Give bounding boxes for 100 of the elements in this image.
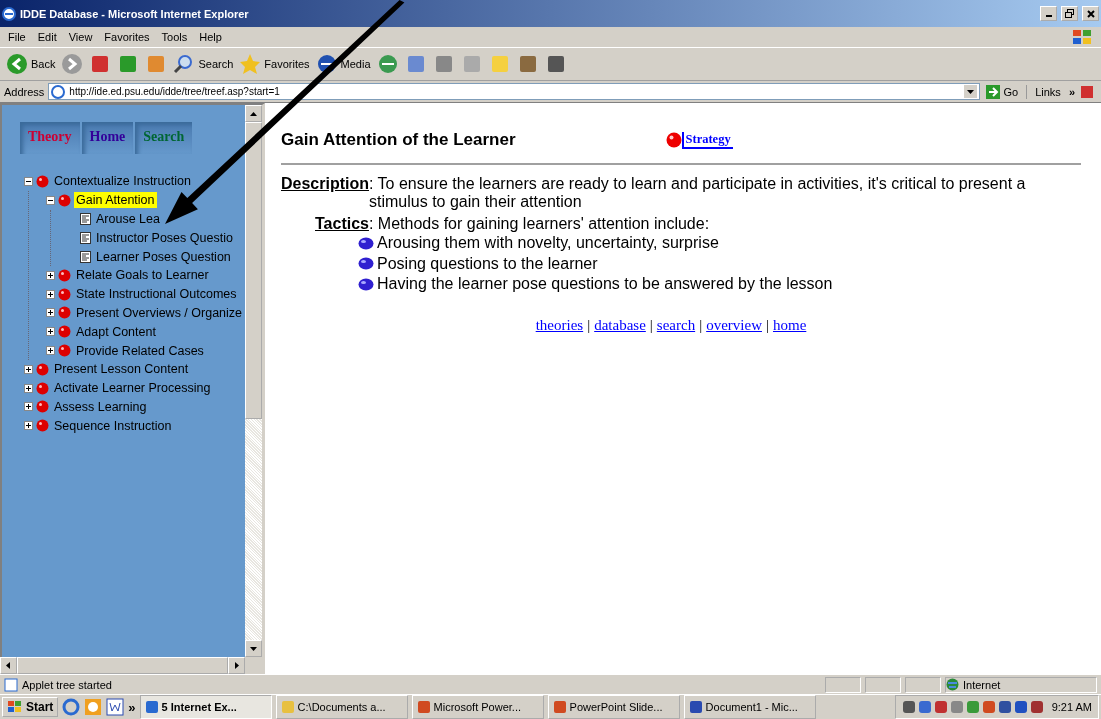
footer-link[interactable]: overview (706, 316, 762, 334)
dropdown-icon[interactable] (966, 89, 974, 94)
ball-icon (58, 306, 71, 320)
favorites-button[interactable]: Favorites (239, 53, 310, 75)
tree-item[interactable]: Arouse Lea (94, 211, 162, 227)
expand-icon[interactable] (24, 383, 33, 393)
collapse-icon[interactable] (46, 195, 55, 205)
footer-link[interactable]: theories (535, 316, 584, 334)
menu-item[interactable]: Tools (161, 31, 188, 43)
browser-icon[interactable] (62, 698, 81, 716)
footer-link[interactable]: home (773, 316, 807, 334)
globe-icon (946, 678, 959, 691)
bullet-icon (358, 236, 374, 250)
app-icon (280, 700, 295, 714)
browser-icon (2, 6, 16, 21)
tree-item[interactable]: Adapt Content (74, 323, 158, 340)
app-icon (552, 700, 567, 714)
strategy-link[interactable]: Strategy (681, 131, 733, 149)
horizontal-scrollbar[interactable] (0, 657, 262, 674)
quicklaunch-chevron[interactable]: » (128, 699, 136, 715)
app-icon (144, 700, 159, 714)
collapse-icon[interactable] (24, 176, 33, 186)
app-icon (688, 700, 703, 714)
menu-item[interactable]: Help (199, 31, 222, 43)
tray-icon[interactable] (933, 700, 948, 714)
clock: 9:21 AM (1051, 701, 1092, 713)
toolbar-icon (61, 53, 84, 75)
arrow-icon (985, 84, 1000, 99)
tree-item[interactable]: Provide Related Cases (74, 342, 206, 359)
tray-icon[interactable] (981, 700, 996, 714)
expand-icon[interactable] (46, 346, 55, 356)
tray-icon[interactable] (901, 700, 916, 714)
tray-icon[interactable] (917, 700, 932, 714)
close-button[interactable] (1082, 6, 1099, 21)
expand-icon[interactable] (24, 402, 33, 412)
footer-link[interactable]: database (594, 316, 646, 334)
ball-icon (36, 362, 49, 376)
tray-icon[interactable] (1029, 700, 1044, 714)
toolbar-icon (376, 53, 399, 75)
ball-icon (36, 419, 49, 433)
left-arrow-icon[interactable] (6, 662, 11, 669)
expand-icon[interactable] (24, 421, 33, 431)
windows-logo-icon (7, 700, 23, 714)
tree-item[interactable]: Assess Learning (52, 398, 149, 415)
expand-icon[interactable] (24, 364, 33, 374)
tree-item[interactable]: Activate Learner Processing (52, 380, 213, 397)
taskbar-button[interactable]: PowerPoint Slide... (547, 695, 680, 719)
search-button[interactable]: Search (173, 53, 234, 75)
menu-item[interactable]: Edit (37, 31, 57, 43)
tree-item[interactable]: Relate Goals to Learner (74, 267, 211, 284)
tree-item[interactable]: Present Overviews / Organize (74, 304, 245, 321)
right-arrow-icon[interactable] (234, 662, 239, 669)
windows-logo-icon (1071, 28, 1093, 46)
up-arrow-icon[interactable] (250, 111, 257, 116)
app-icon (416, 700, 431, 714)
tray-icon[interactable] (997, 700, 1012, 714)
taskbar-button[interactable]: Microsoft Power... (411, 695, 544, 719)
nav-tab[interactable]: Home (81, 122, 134, 154)
tree-item[interactable]: Learner Poses Question (94, 248, 233, 265)
go-button[interactable]: Go (983, 84, 1028, 99)
restore-icon (1065, 9, 1074, 18)
taskbar-button[interactable]: 5 Internet Ex... (139, 695, 272, 719)
ball-icon (36, 400, 49, 414)
page-heading: Gain Attention of the Learner (281, 130, 516, 150)
menu-item[interactable]: File (8, 31, 26, 43)
address-field[interactable]: http://ide.ed.psu.edu/idde/tree/treef.asp?start=1 (48, 83, 980, 100)
address-label: Address (4, 85, 45, 98)
link-separator: | (765, 316, 769, 334)
expand-icon[interactable] (46, 308, 55, 318)
forward-button[interactable] (61, 53, 84, 75)
history-button[interactable] (376, 53, 399, 75)
tree-item[interactable]: State Instructional Outcomes (74, 286, 239, 303)
expand-icon[interactable] (46, 289, 55, 299)
tree-item[interactable]: Gain Attention (74, 192, 157, 209)
down-arrow-icon[interactable] (250, 646, 257, 651)
tree-item[interactable]: Contextualize Instruction (52, 173, 193, 190)
back-button[interactable]: Back (6, 53, 56, 75)
taskbar-button[interactable]: C:\Documents a... (275, 695, 408, 719)
tree-item[interactable]: Sequence Instruction (52, 417, 174, 434)
tree-item[interactable]: Present Lesson Content (52, 361, 191, 378)
tree-item[interactable]: Instructor Poses Questio (94, 229, 235, 246)
footer-link[interactable]: search (656, 316, 696, 334)
close-icon (1086, 9, 1095, 18)
vertical-scrollbar[interactable] (245, 105, 262, 657)
menu-item[interactable]: Favorites (104, 31, 150, 43)
links-chevron[interactable]: » (1068, 85, 1075, 98)
document-icon[interactable] (106, 698, 125, 716)
minimize-button[interactable] (1040, 6, 1057, 21)
link-separator: | (699, 316, 703, 334)
menu-item[interactable]: View (68, 31, 93, 43)
minimize-icon (1045, 15, 1052, 17)
expand-icon[interactable] (46, 270, 55, 280)
tactics-label: Tactics (314, 215, 369, 233)
tray-icon[interactable] (1013, 700, 1028, 714)
links-button[interactable]: Links (1031, 85, 1065, 98)
status-text: Applet tree started (22, 678, 112, 691)
taskbar-button[interactable]: Document1 - Mic... (683, 695, 816, 719)
start-button[interactable]: Start (2, 697, 59, 717)
expand-icon[interactable] (46, 327, 55, 337)
restore-button[interactable] (1061, 6, 1078, 21)
